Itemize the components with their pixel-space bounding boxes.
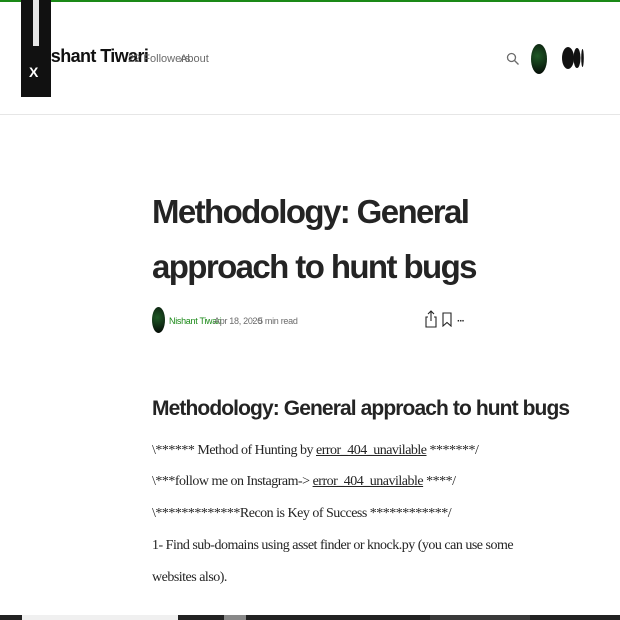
p1-prefix: \****** Method of Hunting by	[152, 443, 316, 458]
article-title: Methodology: General approach to hunt bu…	[152, 193, 477, 285]
close-overlay-button[interactable]: X	[21, 0, 51, 97]
read-time: 5 min read	[258, 316, 298, 326]
search-icon[interactable]	[506, 52, 520, 66]
close-icon[interactable]: X	[29, 64, 38, 80]
medium-logo-icon[interactable]	[562, 46, 584, 70]
share-icon[interactable]	[425, 310, 437, 328]
bookmark-icon[interactable]	[442, 312, 452, 327]
article-heading: Methodology: General approach to hunt bu…	[152, 397, 570, 420]
about-link[interactable]: About	[180, 53, 209, 65]
paragraph-step-1-cont: websites also).	[152, 570, 227, 585]
hunting-author-link[interactable]: error_404_unavilable	[316, 443, 427, 458]
instagram-link[interactable]: error_404_unavilable	[313, 474, 424, 489]
paragraph-hunting-method: \****** Method of Hunting by error_404_u…	[152, 443, 479, 459]
paragraph-step-1: 1- Find sub-domains using asset finder o…	[152, 538, 514, 553]
user-avatar[interactable]	[531, 44, 547, 74]
overlay-scroll-handle	[33, 0, 39, 46]
author-avatar[interactable]	[152, 307, 165, 333]
p2-prefix: \***follow me on Instagram->	[152, 474, 313, 489]
top-navigation: Nishant Tiwari 22 Followers About X	[0, 0, 620, 115]
p1-suffix: *******/	[426, 443, 479, 458]
p2-suffix: ****/	[423, 474, 456, 489]
more-options-icon[interactable]: ···	[457, 317, 465, 327]
article-byline: Nishant Tiwari Apr 18, 2020 · 5 min read…	[152, 307, 472, 335]
paragraph-recon: \*************Recon is Key of Success **…	[152, 506, 452, 521]
byline-separator: ·	[252, 315, 255, 325]
paragraph-instagram: \***follow me on Instagram-> error_404_u…	[152, 474, 472, 490]
bottom-edge-strip	[0, 615, 620, 620]
